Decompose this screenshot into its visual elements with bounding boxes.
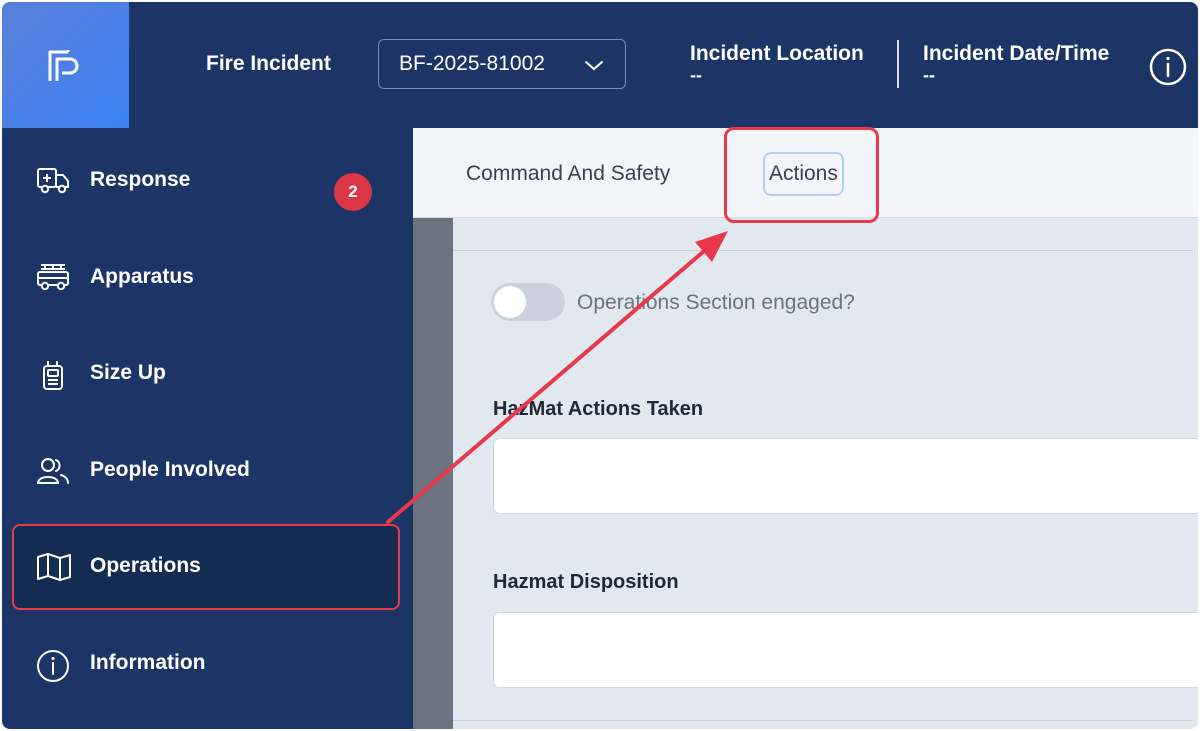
section-divider — [453, 720, 1193, 721]
actions-form: Operations Section engaged? HazMat Actio… — [453, 218, 1198, 729]
hazmat-disposition-input[interactable] — [493, 612, 1198, 688]
incident-location-value: -- — [690, 65, 702, 85]
ambulance-icon — [37, 168, 69, 194]
logo-icon — [48, 50, 79, 81]
incident-datetime: Incident Date/Time -- — [923, 42, 1110, 85]
tab-highlight-annotation — [724, 127, 879, 223]
notification-badge: 2 — [334, 173, 372, 211]
sidebar-item-label: Apparatus — [90, 265, 194, 288]
header-divider — [897, 40, 899, 88]
people-icon — [36, 458, 69, 484]
incident-selector[interactable]: BF-2025-81002 — [378, 39, 626, 89]
section-divider — [453, 250, 1193, 251]
app-logo[interactable] — [2, 2, 129, 128]
incident-location-label: Incident Location — [690, 42, 864, 65]
info-icon — [37, 650, 69, 682]
sidebar-item-information[interactable]: Information — [12, 621, 400, 707]
fire-truck-icon — [37, 264, 69, 291]
sidebar-item-label: Information — [90, 651, 206, 674]
sidebar-item-label: Operations — [90, 554, 201, 577]
hazmat-disposition-label: Hazmat Disposition — [493, 571, 679, 593]
sidebar-item-label: People Involved — [90, 458, 250, 481]
map-icon — [37, 553, 71, 581]
incident-datetime-label: Incident Date/Time — [923, 42, 1110, 65]
hazmat-actions-input[interactable] — [493, 438, 1198, 514]
incident-id: BF-2025-81002 — [399, 52, 545, 75]
sidebar-item-response[interactable]: Response 2 — [12, 138, 400, 224]
sidebar-item-label: Response — [90, 168, 191, 191]
sidebar-nav: Response 2 Apparatus Size Up People Invo… — [2, 128, 413, 729]
info-icon[interactable] — [1148, 47, 1188, 87]
toggle-knob — [494, 286, 526, 318]
toggle-label: Operations Section engaged? — [577, 291, 855, 314]
incident-location: Incident Location -- — [690, 42, 864, 85]
sidebar-item-size-up[interactable]: Size Up — [12, 331, 400, 417]
sidebar-item-label: Size Up — [90, 361, 166, 384]
hazmat-actions-label: HazMat Actions Taken — [493, 398, 704, 420]
app-window: Fire Incident BF-2025-81002 Incident Loc… — [2, 2, 1198, 729]
radio-icon — [43, 361, 63, 390]
sidebar-item-people-involved[interactable]: People Involved — [12, 428, 400, 514]
top-header: Fire Incident BF-2025-81002 Incident Loc… — [2, 2, 1198, 128]
section-strip — [413, 218, 453, 729]
page-title: Fire Incident — [206, 52, 331, 75]
tab-command-and-safety[interactable]: Command And Safety — [466, 162, 670, 186]
incident-datetime-value: -- — [923, 65, 935, 85]
sidebar-item-operations[interactable]: Operations — [12, 524, 400, 610]
chevron-down-icon — [585, 61, 603, 71]
sidebar-item-apparatus[interactable]: Apparatus — [12, 235, 400, 321]
operations-section-toggle[interactable] — [491, 283, 565, 321]
